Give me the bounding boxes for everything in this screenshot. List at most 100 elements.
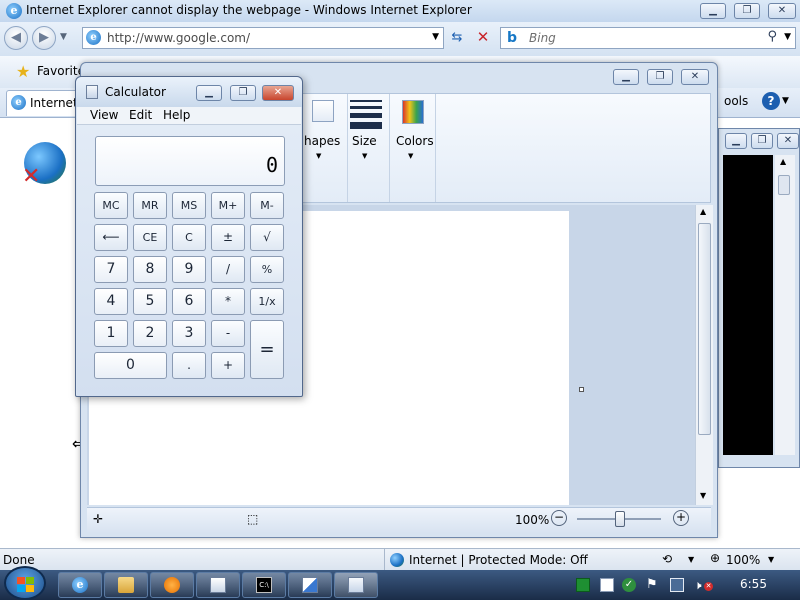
calc-minimize-button[interactable]: ▁ [196,85,222,101]
key-multiply[interactable]: * [211,288,245,315]
key-memory-clear[interactable]: MC [94,192,128,219]
console-close-button[interactable]: ✕ [777,133,799,149]
console-minimize-button[interactable]: ▁ [725,133,747,149]
key-backspace[interactable]: ⟵ [94,224,128,251]
popup-dropdown-icon[interactable]: ▼ [688,555,694,564]
start-button[interactable] [4,566,46,600]
key-7[interactable]: 7 [94,256,128,283]
key-equals[interactable]: = [250,320,284,379]
tab-internet[interactable]: e Internet [6,90,86,116]
key-memory-add[interactable]: M+ [211,192,245,219]
paint-vertical-scrollbar[interactable]: ▲ ▼ [695,205,713,505]
key-8[interactable]: 8 [133,256,167,283]
key-6[interactable]: 6 [172,288,206,315]
shapes-group[interactable]: hapes ▼ [304,94,348,202]
address-bar[interactable]: e http://www.google.com/ ▼ [82,27,444,49]
key-add[interactable]: + [211,352,245,379]
favorites-star-icon[interactable]: ★ [16,62,30,81]
size-dropdown-icon[interactable]: ▼ [362,152,367,160]
taskbar-paint[interactable] [196,572,240,598]
key-5[interactable]: 5 [133,288,167,315]
action-center-flag-icon[interactable]: ⚑ [646,578,660,592]
key-decimal[interactable]: . [172,352,206,379]
network-icon[interactable] [670,578,684,592]
key-subtract[interactable]: - [211,320,245,347]
recent-pages-chevron-icon[interactable]: ▼ [60,32,67,42]
size-group[interactable]: Size ▼ [348,94,390,202]
calculator-window[interactable]: Calculator ▁ ❐ ✕ View Edit Help 0 MC MR … [75,76,303,397]
help-icon[interactable]: ? [762,92,780,110]
console-output[interactable] [723,155,773,455]
taskbar-app[interactable] [288,572,332,598]
calc-maximize-button[interactable]: ❐ [230,85,256,101]
key-divide[interactable]: / [211,256,245,283]
close-button[interactable]: ✕ [768,3,796,19]
taskbar-calculator[interactable] [334,572,378,598]
key-1[interactable]: 1 [94,320,128,347]
taskbar-clock[interactable]: 6:55 [740,577,767,591]
search-dropdown-icon[interactable]: ▼ [784,32,791,42]
paint-scroll-up-icon[interactable]: ▲ [700,207,706,216]
shapes-dropdown-icon[interactable]: ▼ [316,152,321,160]
taskbar-explorer[interactable] [104,572,148,598]
key-3[interactable]: 3 [172,320,206,347]
console-scroll-up-icon[interactable]: ▲ [780,157,786,166]
key-2[interactable]: 2 [133,320,167,347]
tray-green-icon[interactable] [576,578,590,592]
paint-minimize-button[interactable]: ▁ [613,69,639,85]
maximize-button[interactable]: ❐ [734,3,760,19]
forward-button[interactable]: ▶ [32,26,56,50]
menu-help[interactable]: Help [163,108,190,122]
colors-dropdown-icon[interactable]: ▼ [408,152,413,160]
taskbar-media-player[interactable] [150,572,194,598]
tools-menu[interactable]: ools [724,94,748,108]
console-scrollbar[interactable]: ▲ [775,155,795,455]
address-dropdown-icon[interactable]: ▼ [432,32,439,42]
menu-edit[interactable]: Edit [129,108,152,122]
key-memory-store[interactable]: MS [172,192,206,219]
search-box[interactable]: b Bing ⚲ ▼ [500,27,796,49]
console-scroll-thumb[interactable] [778,175,790,195]
help-dropdown-icon[interactable]: ▼ [782,96,789,106]
key-clear-entry[interactable]: CE [133,224,167,251]
zoom-out-button[interactable]: − [551,510,567,526]
security-zone-text[interactable]: Internet | Protected Mode: Off [409,553,588,567]
tray-security-icon[interactable]: ✓ [622,578,636,592]
pop-up-icon[interactable]: ⟲ [662,552,672,566]
calc-close-button[interactable]: ✕ [262,85,294,101]
refresh-icon[interactable]: ⇆ [448,30,466,46]
calculator-titlebar[interactable]: Calculator ▁ ❐ ✕ [76,77,302,107]
key-9[interactable]: 9 [172,256,206,283]
console-window[interactable]: ▁ ❐ ✕ ▲ [718,128,800,468]
zoom-dropdown-icon[interactable]: ▼ [768,555,774,564]
back-button[interactable]: ◀ [4,26,28,50]
zoom-level[interactable]: 100% [726,553,760,567]
console-maximize-button[interactable]: ❐ [751,133,773,149]
paint-scroll-down-icon[interactable]: ▼ [700,491,706,500]
tray-document-icon[interactable] [600,578,614,592]
search-icon[interactable]: ⚲ [767,29,777,44]
menu-view[interactable]: View [90,108,118,122]
taskbar-command-prompt[interactable]: C:\ [242,572,286,598]
key-reciprocal[interactable]: 1/x [250,288,284,315]
taskbar-internet-explorer[interactable]: e [58,572,102,598]
key-clear[interactable]: C [172,224,206,251]
key-0[interactable]: 0 [94,352,167,379]
key-square-root[interactable]: √ [250,224,284,251]
zoom-slider-thumb[interactable] [615,511,625,527]
address-input[interactable]: http://www.google.com/ [107,31,250,45]
key-memory-subtract[interactable]: M- [250,192,284,219]
colors-group[interactable]: Colors ▼ [390,94,436,202]
key-memory-recall[interactable]: MR [133,192,167,219]
paint-scroll-thumb[interactable] [698,223,711,435]
zoom-icon[interactable]: ⊕ [710,551,720,565]
search-input[interactable]: Bing [529,31,556,45]
zoom-in-button[interactable]: + [673,510,689,526]
paint-maximize-button[interactable]: ❐ [647,69,673,85]
key-4[interactable]: 4 [94,288,128,315]
key-percent[interactable]: % [250,256,284,283]
canvas-resize-handle[interactable] [579,387,584,392]
paint-close-button[interactable]: ✕ [681,69,709,85]
ie-titlebar[interactable]: e Internet Explorer cannot display the w… [0,0,800,22]
key-plus-minus[interactable]: ± [211,224,245,251]
